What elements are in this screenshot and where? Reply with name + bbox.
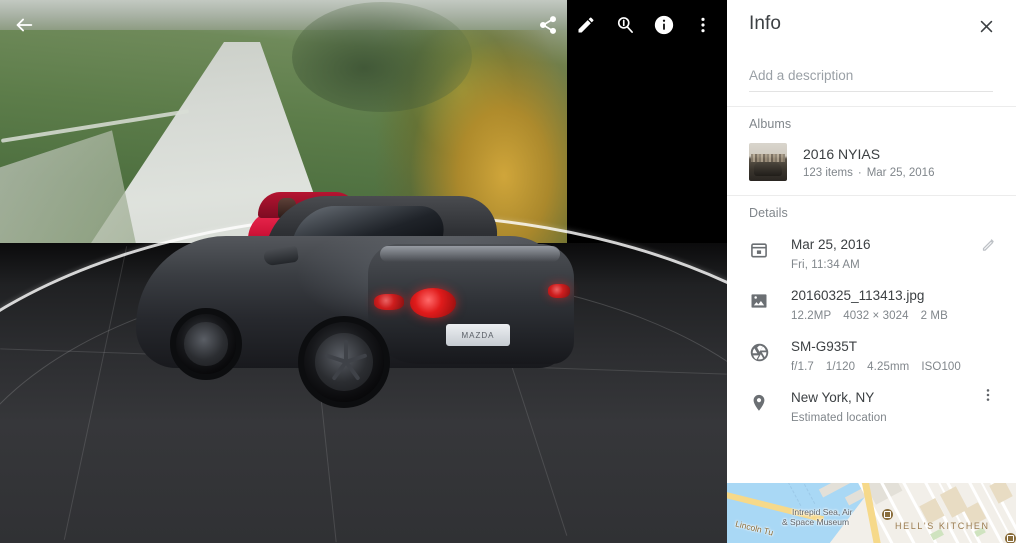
album-item-count: 123 items — [803, 167, 853, 179]
photo-viewer[interactable]: MAZDA — [0, 0, 727, 543]
file-name: 20160325_113413.jpg — [791, 288, 925, 303]
camera-settings: f/1.7 1/120 4.25mm ISO100 — [791, 361, 1016, 373]
file-meta: 12.2MP 4032 × 3024 2 MB — [791, 310, 1016, 322]
car-taillight — [548, 284, 570, 298]
detail-row-camera[interactable]: SM-G935T f/1.7 1/120 4.25mm ISO100 — [727, 322, 1016, 373]
file-dimensions: 4032 × 3024 — [843, 310, 909, 322]
car-wheel-rim — [184, 322, 228, 366]
zoom-icon[interactable] — [611, 11, 639, 39]
car-wheel-rim — [315, 333, 373, 391]
iso-value: ISO100 — [921, 361, 961, 373]
car-deck-highlight — [380, 246, 560, 262]
photo-time: Fri, 11:34 AM — [791, 259, 860, 271]
car-rear-wheel — [298, 316, 390, 408]
album-date: Mar 25, 2016 — [866, 167, 935, 179]
page-title: Info — [749, 13, 782, 34]
detail-row-location[interactable]: New York, NY Estimated location — [727, 373, 1016, 424]
photo-viewer-app: MAZDA Info Add a description Albums 2016… — [0, 0, 1024, 543]
photo-toolbar — [0, 0, 727, 50]
back-arrow-icon[interactable] — [10, 11, 38, 39]
details-section-label: Details — [749, 206, 788, 220]
image-icon — [727, 287, 791, 322]
camera-model: SM-G935T — [791, 339, 858, 354]
album-thumbnail-car — [754, 162, 782, 176]
map-label-neighborhood: HELL'S KITCHEN — [895, 521, 990, 531]
edit-icon[interactable] — [572, 11, 600, 39]
description-input[interactable] — [749, 66, 993, 92]
detail-body: 20160325_113413.jpg 12.2MP 4032 × 3024 2 M… — [791, 287, 1016, 322]
detail-row-date[interactable]: Mar 25, 2016 Fri, 11:34 AM — [727, 220, 1016, 271]
close-icon[interactable] — [974, 14, 998, 38]
detail-body: SM-G935T f/1.7 1/120 4.25mm ISO100 — [791, 338, 1016, 373]
location-more-options-icon[interactable] — [976, 383, 1000, 407]
map-label-museum-line1: Intrepid Sea, Air — [792, 507, 853, 517]
photo-image: MAZDA — [0, 0, 727, 543]
aperture-value: f/1.7 — [791, 361, 814, 373]
car-front-wheel — [170, 308, 242, 380]
album-separator: · — [857, 167, 862, 179]
map-poi-icon — [882, 509, 893, 520]
info-icon[interactable] — [650, 11, 678, 39]
album-thumbnail — [749, 143, 787, 181]
detail-row-file[interactable]: 20160325_113413.jpg 12.2MP 4032 × 3024 2 M… — [727, 271, 1016, 322]
focal-length-value: 4.25mm — [867, 361, 910, 373]
map-poi-icon — [1005, 533, 1016, 543]
albums-section-label: Albums — [749, 117, 792, 131]
map-building-block — [989, 483, 1013, 504]
car-taillight — [410, 288, 456, 318]
info-panel: Info Albums 2016 NYIAS 123 items · Mar 25,… — [727, 0, 1016, 543]
share-icon[interactable] — [534, 11, 562, 39]
location-map[interactable]: Intrepid Sea, Air & Space Museum HELL'S … — [727, 483, 1016, 543]
album-thumbnail-crowd — [751, 154, 785, 162]
location-accuracy: Estimated location — [791, 412, 887, 424]
info-panel-header: Info — [727, 0, 1016, 52]
description-field-wrapper — [727, 52, 1016, 92]
file-size: 2 MB — [920, 310, 948, 322]
location-pin-icon — [727, 389, 791, 424]
aperture-icon — [727, 338, 791, 373]
car-license-plate: MAZDA — [446, 324, 510, 346]
album-list-item[interactable]: 2016 NYIAS 123 items · Mar 25, 2016 — [727, 131, 1016, 181]
calendar-icon — [727, 236, 791, 271]
mazda-mx5-rf: MAZDA — [118, 188, 588, 478]
album-meta: 2016 NYIAS 123 items · Mar 25, 2016 — [787, 145, 934, 179]
edit-pencil-icon[interactable] — [976, 232, 1000, 256]
car-taillight — [374, 294, 404, 310]
map-label-museum-line2: & Space Museum — [782, 517, 850, 527]
shutter-speed-value: 1/120 — [825, 361, 856, 373]
wheel-spoke — [331, 360, 348, 381]
more-options-icon[interactable] — [689, 11, 717, 39]
album-title: 2016 NYIAS — [803, 146, 881, 162]
album-subtitle: 123 items · Mar 25, 2016 — [803, 167, 934, 179]
file-megapixels: 12.2MP — [791, 310, 832, 322]
